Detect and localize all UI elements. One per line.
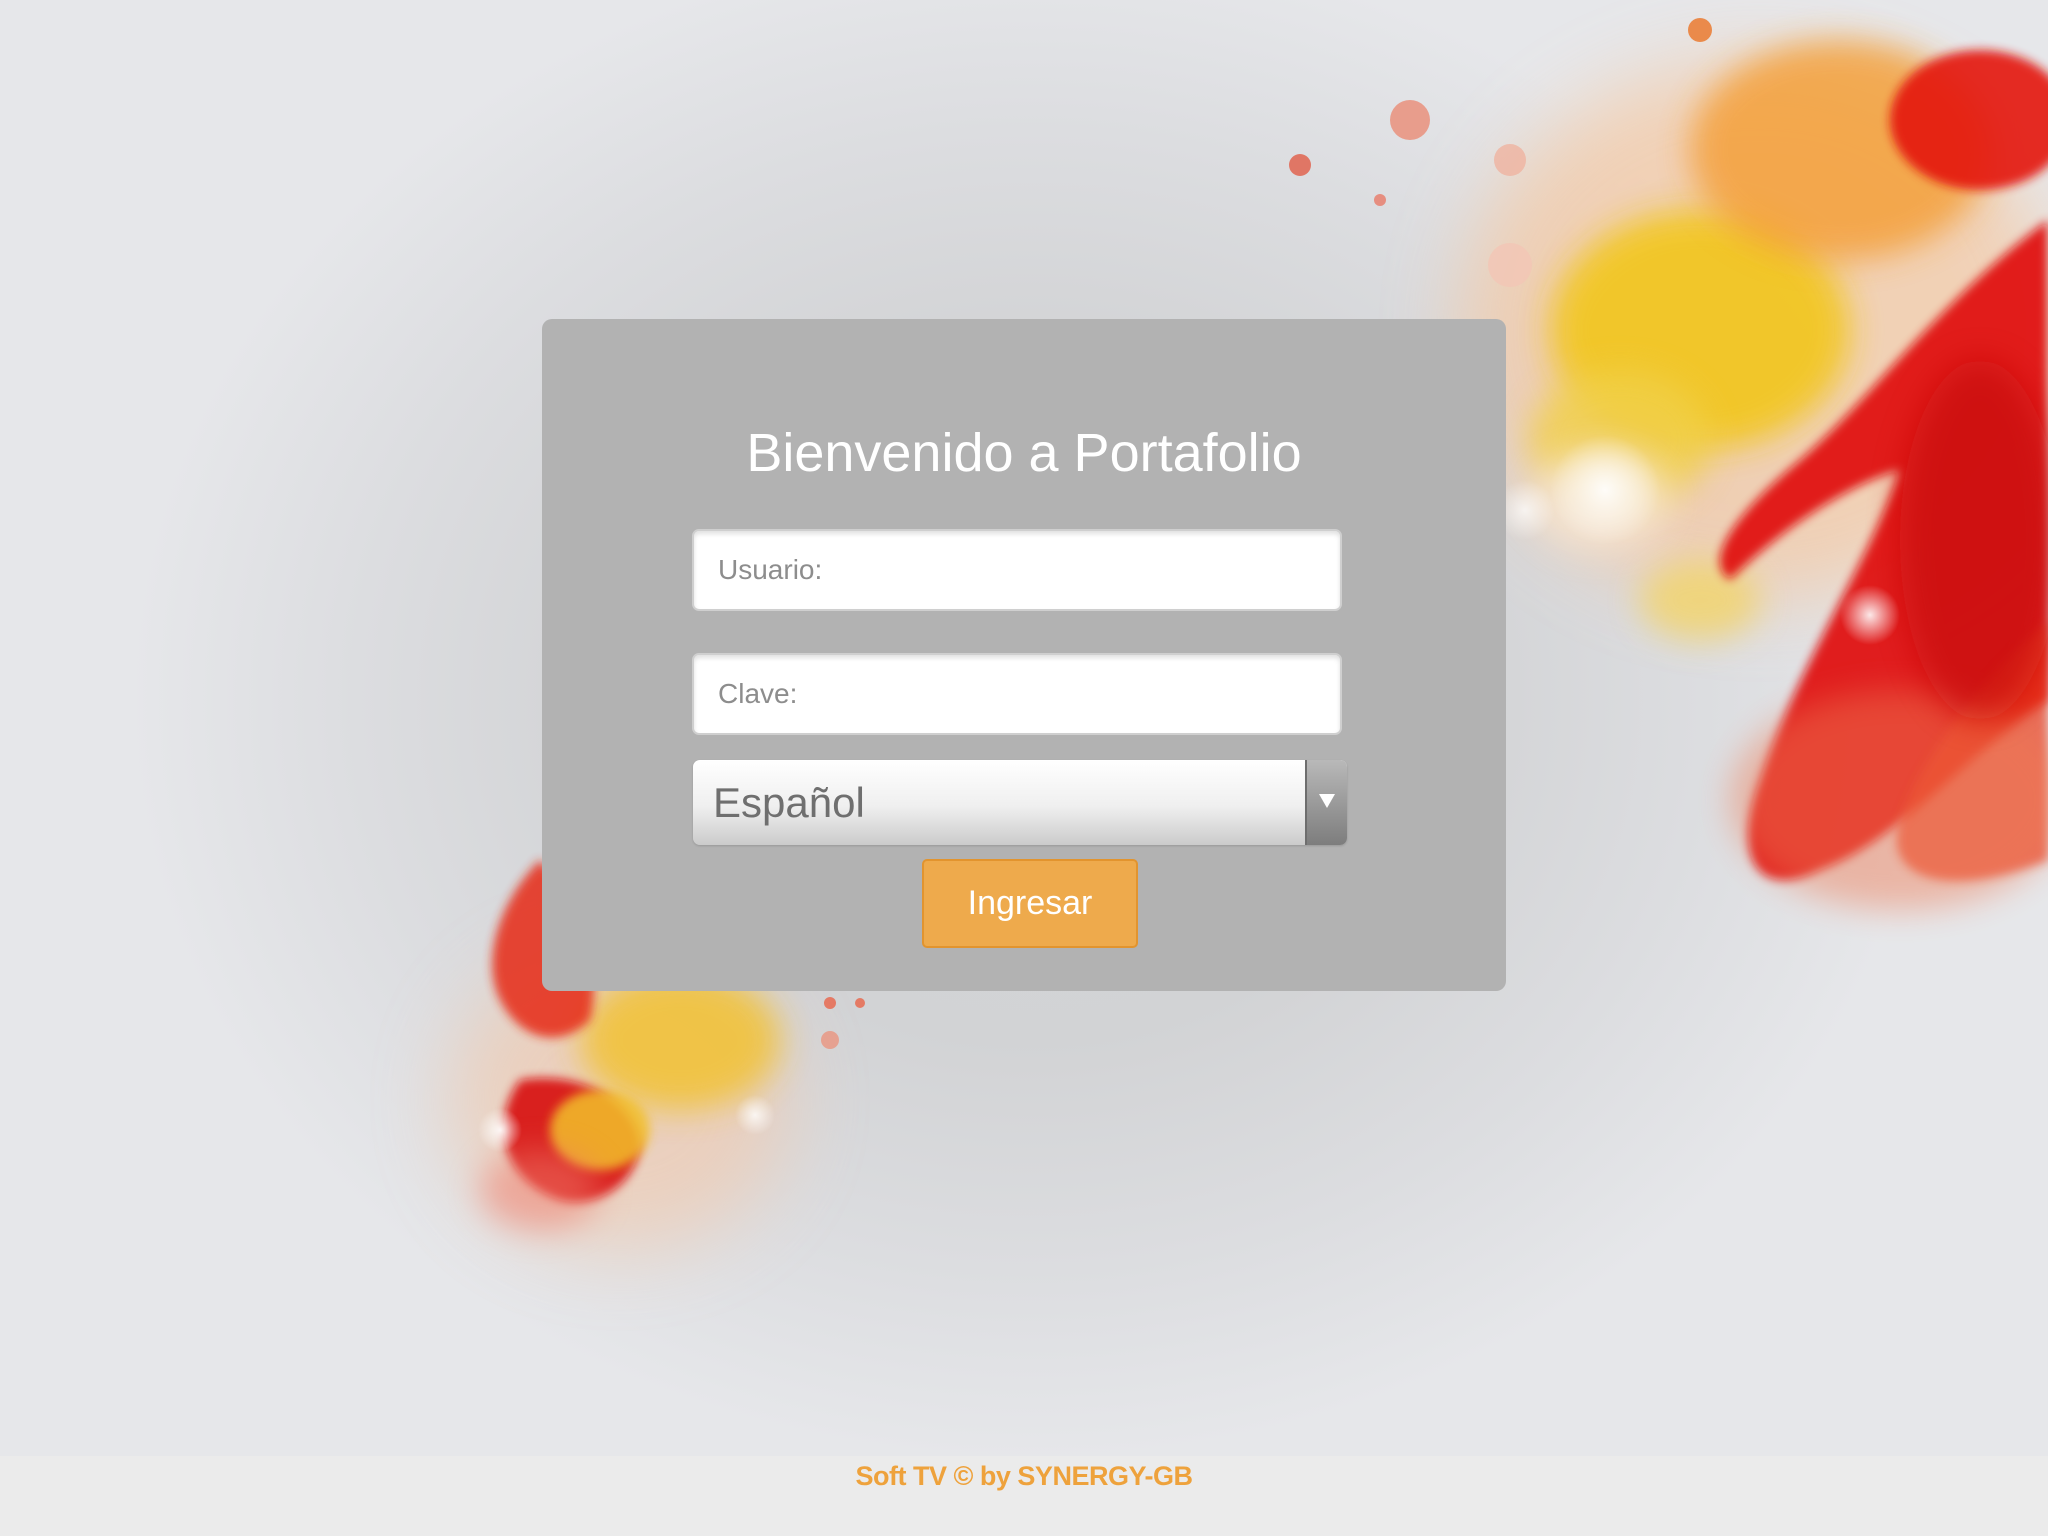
username-input[interactable] [692, 529, 1342, 611]
language-select[interactable]: Español [693, 760, 1347, 845]
login-page: Bienvenido a Portafolio Español Ingresar… [0, 0, 2048, 1536]
language-dropdown-toggle[interactable] [1305, 760, 1347, 845]
welcome-title: Bienvenido a Portafolio [746, 423, 1302, 483]
triangle-down-icon [1319, 794, 1335, 808]
language-selected-value: Español [713, 779, 865, 826]
login-submit-button[interactable]: Ingresar [922, 859, 1138, 948]
footer-copyright: Soft TV © by SYNERGY-GB [855, 1461, 1193, 1491]
password-input[interactable] [692, 653, 1342, 735]
